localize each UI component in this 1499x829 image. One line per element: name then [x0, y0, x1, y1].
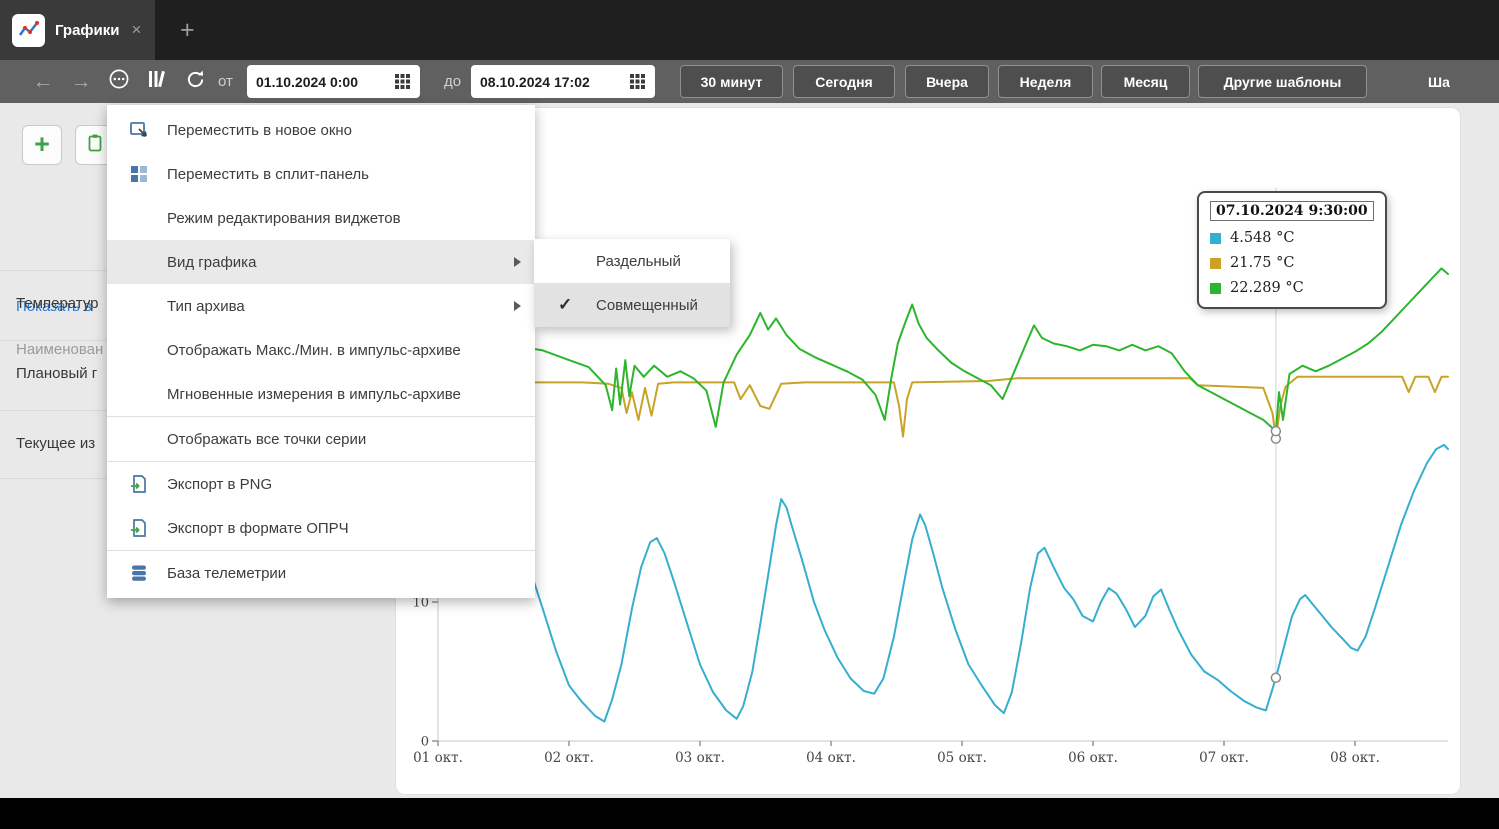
submenu-item-combined[interactable]: ✓ Совмещенный: [534, 283, 730, 327]
tab-close-icon[interactable]: ×: [132, 20, 142, 40]
check-icon: ✓: [558, 295, 584, 315]
plus-icon: +: [34, 131, 50, 158]
svg-text:08 окт.: 08 окт.: [1330, 750, 1380, 766]
menu-item-export-oprch[interactable]: Экспорт в формате ОПРЧ: [107, 506, 535, 550]
refresh-icon: [185, 69, 206, 95]
svg-text:01 окт.: 01 окт.: [413, 750, 463, 766]
menu-item-move-to-split-panel[interactable]: Переместить в сплит-панель: [107, 152, 535, 196]
export-file-icon: [129, 474, 149, 494]
library-icon: [147, 69, 167, 94]
chart-tooltip: 07.10.2024 9:30:00 4.548 °C 21.75 °C 22.…: [1197, 191, 1387, 309]
date-from-value: 01.10.2024 0:00: [256, 74, 358, 90]
submenu-item-label: Раздельный: [596, 253, 681, 270]
menu-item-archive-type[interactable]: Тип архива: [107, 284, 535, 328]
svg-text:06 окт.: 06 окт.: [1068, 750, 1118, 766]
tooltip-entry: 21.75 °C: [1210, 255, 1374, 271]
more-options-button[interactable]: [102, 60, 136, 103]
database-icon: [129, 563, 149, 583]
toolbar: ← →: [0, 60, 1499, 103]
other-templates-button[interactable]: Другие шаблоны: [1198, 65, 1367, 98]
calendar-icon[interactable]: [629, 73, 646, 90]
svg-text:07 окт.: 07 окт.: [1199, 750, 1249, 766]
add-series-button[interactable]: +: [22, 125, 62, 165]
app-logo-icon: [12, 14, 45, 47]
svg-text:05 окт.: 05 окт.: [937, 750, 987, 766]
library-panel-button[interactable]: [140, 60, 174, 103]
refresh-button[interactable]: [178, 60, 212, 103]
tooltip-value: 22.289 °C: [1230, 280, 1304, 296]
templates-partial-text: Ша: [1428, 60, 1450, 103]
back-button[interactable]: ←: [26, 60, 60, 103]
menu-item-instant-measurements-impulse[interactable]: Мгновенные измерения в импульс-архиве: [107, 372, 535, 416]
icon-spacer: [129, 340, 149, 360]
svg-text:03 окт.: 03 окт.: [675, 750, 725, 766]
tooltip-value: 4.548 °C: [1230, 230, 1294, 246]
series-row-planned[interactable]: Плановый г: [16, 365, 97, 382]
menu-item-move-to-new-window[interactable]: Переместить в новое окно: [107, 108, 535, 152]
submenu-arrow-icon: [514, 301, 521, 311]
menu-item-show-all-series-points[interactable]: Отображать все точки серии: [107, 417, 535, 461]
menu-item-show-max-min-impulse[interactable]: Отображать Макс./Мин. в импульс-архиве: [107, 328, 535, 372]
clipboard-icon: [85, 133, 105, 158]
svg-text:02 окт.: 02 окт.: [544, 750, 594, 766]
name-column-header: Наименован: [16, 341, 103, 358]
range-yesterday-button[interactable]: Вчера: [905, 65, 989, 98]
svg-text:04 окт.: 04 окт.: [806, 750, 856, 766]
from-label: от: [218, 60, 233, 103]
tooltip-entry: 4.548 °C: [1210, 230, 1374, 246]
range-today-button[interactable]: Сегодня: [793, 65, 895, 98]
svg-text:0: 0: [421, 735, 429, 750]
open-in-new-window-icon: [129, 120, 149, 140]
series-color-swatch: [1210, 233, 1221, 244]
arrow-right-icon: →: [71, 71, 92, 92]
chart-context-menu: Переместить в новое окно Переместить в с…: [107, 105, 535, 598]
to-label: до: [444, 60, 461, 103]
export-file-icon: [129, 518, 149, 538]
range-30min-button[interactable]: 30 минут: [680, 65, 783, 98]
date-to-input[interactable]: 08.10.2024 17:02: [471, 65, 655, 98]
date-from-input[interactable]: 01.10.2024 0:00: [247, 65, 420, 98]
submenu-item-separate[interactable]: Раздельный: [534, 239, 730, 283]
menu-item-widget-edit-mode[interactable]: Режим редактирования виджетов: [107, 196, 535, 240]
arrow-left-icon: ←: [33, 71, 54, 92]
icon-spacer: [129, 296, 149, 316]
menu-item-chart-view[interactable]: Вид графика: [107, 240, 535, 284]
browser-tab-bar: Графики × +: [0, 0, 1499, 60]
tooltip-value: 21.75 °C: [1230, 255, 1294, 271]
icon-spacer: [129, 429, 149, 449]
menu-item-telemetry-database[interactable]: База телеметрии: [107, 551, 535, 595]
tab-charts[interactable]: Графики ×: [0, 0, 155, 60]
submenu-arrow-icon: [514, 257, 521, 267]
date-to-value: 08.10.2024 17:02: [480, 74, 590, 90]
chart-view-submenu: Раздельный ✓ Совмещенный: [534, 239, 730, 327]
submenu-item-label: Совмещенный: [596, 297, 698, 314]
ellipsis-circle-icon: [108, 68, 130, 95]
range-month-button[interactable]: Месяц: [1101, 65, 1190, 98]
icon-spacer: [129, 384, 149, 404]
bottom-bar: [0, 798, 1499, 829]
split-panel-icon: [129, 164, 149, 184]
series-color-swatch: [1210, 283, 1221, 294]
icon-spacer: [129, 208, 149, 228]
range-week-button[interactable]: Неделя: [998, 65, 1093, 98]
forward-button[interactable]: →: [64, 60, 98, 103]
icon-spacer: [129, 252, 149, 272]
tab-title: Графики: [55, 22, 120, 39]
tooltip-entry: 22.289 °C: [1210, 280, 1374, 296]
series-row-temperature[interactable]: Температур: [16, 295, 99, 312]
menu-item-export-png[interactable]: Экспорт в PNG: [107, 462, 535, 506]
series-color-swatch: [1210, 258, 1221, 269]
tooltip-timestamp: 07.10.2024 9:30:00: [1210, 201, 1374, 221]
app-screen: Графики × + ← →: [0, 0, 1499, 829]
series-row-current[interactable]: Текущее из: [16, 435, 95, 452]
calendar-icon[interactable]: [394, 73, 411, 90]
new-tab-button[interactable]: +: [168, 0, 207, 60]
